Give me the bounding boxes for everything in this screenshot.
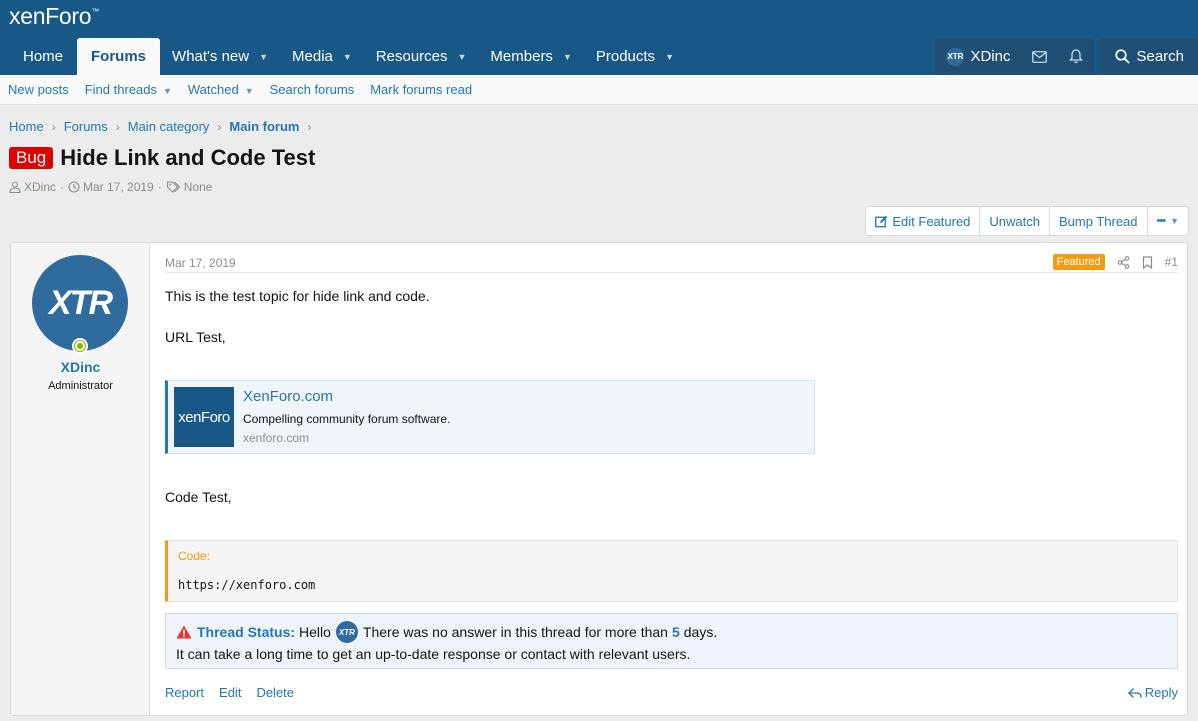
envelope-icon: [1032, 50, 1048, 63]
chevron-right-icon: ›: [307, 119, 312, 134]
post-line-1: This is the test topic for hide link and…: [165, 288, 430, 304]
link-unfurl[interactable]: xenForo XenForo.com Compelling community…: [165, 380, 815, 454]
post-main: Mar 17, 2019 Featured #1 This is the tes…: [165, 243, 1178, 715]
user-menu-group: XTR XDinc: [935, 38, 1095, 75]
user-title: Administrator: [48, 380, 113, 392]
site-header: xenForo™ Home Forums What's new ▼ Media ▼ …: [0, 0, 1198, 75]
share-icon[interactable]: [1117, 255, 1130, 269]
bell-icon: [1069, 49, 1084, 64]
chevron-down-icon[interactable]: ▼: [665, 52, 674, 62]
more-options-button[interactable]: ••• ▼: [1148, 207, 1188, 235]
delete-link[interactable]: Delete: [256, 685, 294, 700]
nav-tab-members[interactable]: Members ▼: [478, 38, 583, 75]
clock-icon: [68, 181, 80, 193]
chevron-down-icon[interactable]: ▼: [343, 52, 352, 62]
thread-tags: None: [183, 180, 213, 194]
code-label: Code:: [178, 549, 211, 563]
subnav-search-forums[interactable]: Search forums: [262, 82, 363, 97]
edit-featured-button[interactable]: Edit Featured: [866, 207, 981, 235]
chevron-down-icon[interactable]: ▼: [259, 52, 268, 62]
bookmark-icon[interactable]: [1142, 255, 1153, 269]
subnav-watched[interactable]: Watched ▼: [180, 82, 262, 97]
chevron-right-icon: ›: [217, 119, 222, 134]
tags-icon: [166, 181, 181, 193]
thread-author[interactable]: XDinc: [24, 180, 56, 194]
thread-date[interactable]: Mar 17, 2019: [83, 180, 154, 194]
thread-meta: XDinc · Mar 17, 2019 · None: [9, 180, 212, 194]
subnav-find-threads[interactable]: Find threads ▼: [77, 82, 180, 97]
unfurl-description: Compelling community forum software.: [243, 412, 451, 426]
thread-status-block: Thread Status: Hello XTR There was no an…: [165, 613, 1178, 669]
bump-thread-button[interactable]: Bump Thread: [1050, 207, 1148, 235]
breadcrumb-forums[interactable]: Forums: [64, 119, 108, 134]
breadcrumb: Home › Forums › Main category › Main for…: [9, 119, 319, 134]
site-logo[interactable]: xenForo™: [9, 3, 99, 30]
nav-tab-products[interactable]: Products ▼: [584, 38, 686, 75]
thread-prefix-label[interactable]: Bug: [9, 147, 54, 169]
avatar[interactable]: XTR: [32, 255, 128, 351]
reply-button[interactable]: Reply: [1127, 685, 1178, 700]
page-title: Hide Link and Code Test: [60, 145, 316, 170]
unfurl-image: xenForo: [174, 387, 234, 447]
avatar[interactable]: XTR: [335, 621, 358, 643]
post-line-3: Code Test,: [165, 489, 232, 505]
breadcrumb-main-category[interactable]: Main category: [128, 119, 210, 134]
online-status-icon: [72, 338, 88, 354]
nav-tab-media[interactable]: Media ▼: [280, 38, 364, 75]
edit-icon: [875, 215, 888, 227]
chevron-down-icon[interactable]: ▼: [245, 86, 254, 96]
featured-badge: Featured: [1052, 254, 1105, 270]
subnav-mark-read[interactable]: Mark forums read: [362, 82, 480, 97]
thread-title-row: Bug Hide Link and Code Test: [9, 145, 315, 171]
post-actions: Report Edit Delete: [165, 685, 309, 700]
account-button[interactable]: XTR XDinc: [935, 38, 1021, 75]
main-nav: Home Forums What's new ▼ Media ▼ Resources…: [0, 38, 686, 75]
edit-link[interactable]: Edit: [219, 685, 241, 700]
avatar: XTR: [946, 47, 965, 66]
nav-tab-forums[interactable]: Forums: [77, 38, 161, 75]
chevron-down-icon: ▼: [1170, 216, 1179, 226]
reply-icon: [1127, 687, 1142, 698]
post: XTR XDinc Administrator Mar 17, 2019 Fea…: [10, 242, 1188, 716]
post-attribution: Mar 17, 2019 Featured #1: [165, 253, 1178, 273]
nav-tab-resources[interactable]: Resources ▼: [364, 38, 479, 75]
breadcrumb-main-forum[interactable]: Main forum: [229, 119, 299, 134]
status-title: Thread Status:: [197, 624, 296, 640]
report-link[interactable]: Report: [165, 685, 204, 700]
nav-right: XTR XDinc Search: [935, 38, 1198, 75]
status-days: 5: [671, 624, 680, 640]
alerts-button[interactable]: [1058, 38, 1094, 75]
post-number[interactable]: #1: [1165, 255, 1178, 269]
user-icon: [9, 181, 21, 193]
status-line-2: It can take a long time to get an up-to-…: [176, 646, 691, 662]
nav-tab-home[interactable]: Home: [0, 38, 77, 75]
post-line-2: URL Test,: [165, 329, 226, 345]
sub-nav: New posts Find threads ▼ Watched ▼ Search …: [0, 75, 1198, 105]
inbox-button[interactable]: [1021, 38, 1058, 75]
search-icon: [1115, 49, 1131, 64]
chevron-right-icon: ›: [51, 119, 56, 134]
unfurl-domain: xenforo.com: [243, 431, 310, 445]
breadcrumb-home[interactable]: Home: [9, 119, 44, 134]
unwatch-button[interactable]: Unwatch: [980, 207, 1050, 235]
chevron-down-icon[interactable]: ▼: [163, 86, 172, 96]
post-date[interactable]: Mar 17, 2019: [165, 256, 236, 270]
chevron-down-icon[interactable]: ▼: [563, 52, 572, 62]
search-button[interactable]: Search: [1101, 38, 1198, 75]
post-username[interactable]: XDinc: [11, 359, 150, 375]
chevron-right-icon: ›: [115, 119, 120, 134]
unfurl-title[interactable]: XenForo.com: [243, 388, 333, 405]
warning-icon: [176, 625, 192, 639]
nav-tab-whats-new[interactable]: What's new ▼: [160, 38, 280, 75]
post-user-panel: XTR XDinc Administrator: [11, 243, 150, 715]
chevron-down-icon[interactable]: ▼: [458, 52, 467, 62]
code-block: Code: https://xenforo.com: [165, 540, 1178, 602]
code-content: https://xenforo.com: [178, 578, 316, 592]
subnav-new-posts[interactable]: New posts: [0, 82, 77, 97]
thread-actions: Edit Featured Unwatch Bump Thread ••• ▼: [865, 206, 1189, 236]
